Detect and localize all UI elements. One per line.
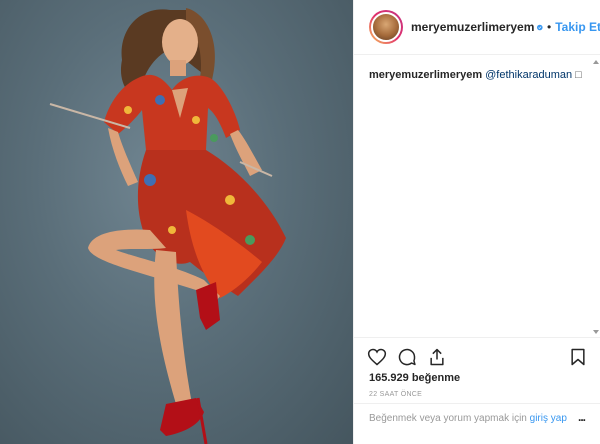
post-photo[interactable] bbox=[0, 0, 353, 444]
caption-emoji: □ bbox=[575, 69, 582, 81]
comment-icon bbox=[398, 348, 416, 366]
post-header: meryemuzerlimeryem • Takip Et bbox=[354, 0, 600, 55]
caption-mention-link[interactable]: @fethikaraduman bbox=[485, 69, 572, 81]
share-icon bbox=[430, 348, 444, 366]
username-link[interactable]: meryemuzerlimeryem bbox=[411, 20, 534, 34]
likes-count[interactable]: 165.929 beğenme bbox=[369, 372, 460, 384]
photo-illustration bbox=[49, 8, 286, 444]
comments-section: meryemuzerlimeryem @fethikaraduman □ bbox=[354, 56, 600, 338]
follow-button[interactable]: Takip Et bbox=[555, 20, 600, 34]
post-timestamp: 22 SAAT ÖNCE bbox=[369, 391, 423, 398]
bookmark-icon bbox=[571, 348, 585, 366]
caption: meryemuzerlimeryem @fethikaraduman □ bbox=[369, 68, 586, 82]
comment-button[interactable] bbox=[396, 346, 418, 368]
login-link[interactable]: giriş yap bbox=[530, 413, 567, 424]
post-side-panel: meryemuzerlimeryem • Takip Et meryemuzer… bbox=[353, 0, 600, 444]
save-button[interactable] bbox=[567, 346, 589, 368]
avatar[interactable] bbox=[369, 10, 403, 44]
avatar-image bbox=[371, 12, 401, 42]
scroll-up-arrow-icon[interactable] bbox=[593, 60, 599, 64]
heart-icon bbox=[367, 348, 387, 366]
share-button[interactable] bbox=[426, 346, 448, 368]
scroll-down-arrow-icon[interactable] bbox=[593, 330, 599, 334]
like-button[interactable] bbox=[366, 346, 388, 368]
verified-badge-icon bbox=[537, 24, 543, 30]
action-bar bbox=[354, 342, 600, 372]
login-prompt-text: Beğenmek veya yorum yapmak için bbox=[369, 413, 527, 424]
header-separator: • bbox=[547, 20, 552, 34]
more-options-icon[interactable]: ... bbox=[578, 410, 586, 424]
login-prompt: Beğenmek veya yorum yapmak için giriş ya… bbox=[354, 403, 600, 444]
comments-scrollbar[interactable] bbox=[592, 56, 600, 338]
caption-username[interactable]: meryemuzerlimeryem bbox=[369, 69, 482, 81]
